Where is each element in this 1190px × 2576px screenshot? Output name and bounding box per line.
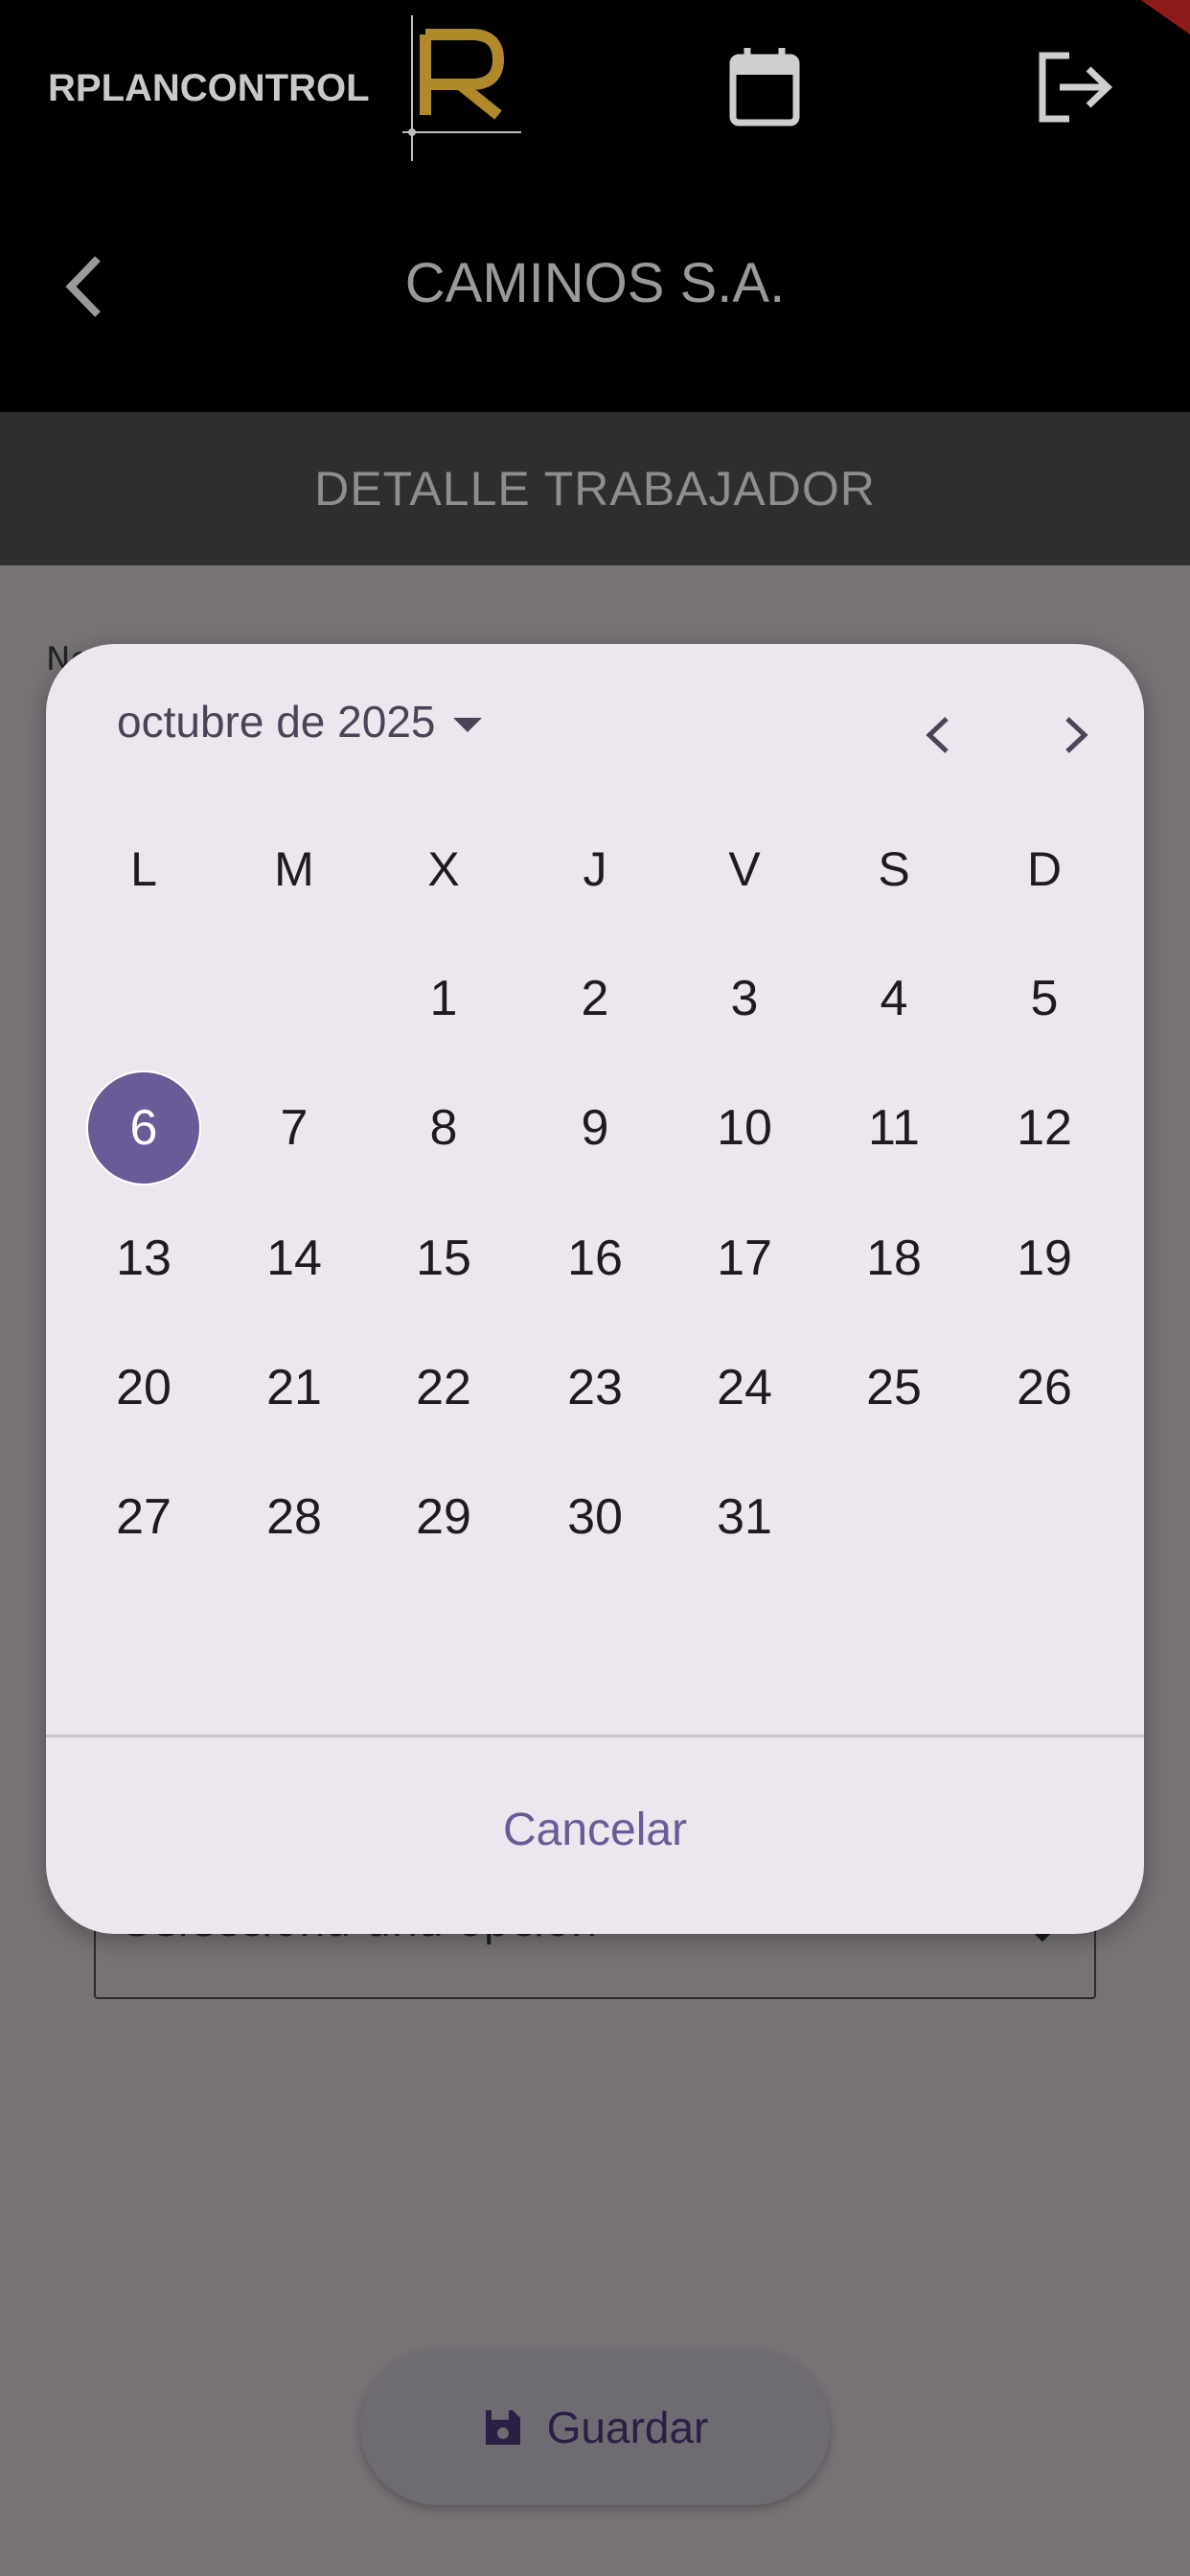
calendar-day[interactable]: 16	[538, 1201, 652, 1316]
month-year-selector[interactable]: octubre de 2025	[117, 696, 482, 748]
weekday-header: V	[728, 842, 761, 896]
calendar-day[interactable]: 12	[987, 1070, 1102, 1185]
calendar-day[interactable]: 27	[86, 1460, 201, 1575]
logout-icon[interactable]	[1037, 50, 1113, 125]
calendar-day[interactable]: 31	[687, 1460, 802, 1575]
weekday-header: M	[274, 842, 314, 896]
calendar-day[interactable]: 24	[687, 1330, 802, 1445]
next-month-button[interactable]	[1048, 702, 1106, 769]
weekday-header: L	[130, 842, 157, 896]
company-title: CAMINOS S.A.	[404, 252, 786, 314]
calendar-day[interactable]: 9	[538, 1070, 652, 1185]
weekday-header: X	[427, 842, 460, 896]
calendar-day[interactable]: 18	[836, 1201, 951, 1316]
debug-banner	[1123, 0, 1190, 38]
floppy-disk-icon	[485, 2410, 520, 2445]
logo-text: RPLANCONTROL	[48, 67, 370, 109]
calendar-day[interactable]: 17	[687, 1201, 802, 1316]
weekday-header: D	[1026, 842, 1063, 896]
calendar-day[interactable]: 7	[237, 1070, 352, 1185]
logo-icon	[402, 15, 521, 161]
calendar-day[interactable]: 5	[987, 941, 1102, 1056]
previous-month-button[interactable]	[908, 702, 966, 769]
selected-day[interactable]: 6	[86, 1070, 201, 1185]
app-header: RPLANCONTROL CAMINOS S.A.	[0, 0, 1190, 412]
calendar-day[interactable]: 25	[836, 1330, 951, 1445]
calendar-day[interactable]: 30	[538, 1460, 652, 1575]
calendar-day[interactable]: 21	[237, 1330, 352, 1445]
date-picker-dialog: octubre de 2025 L M X J V S D 1 2 3 4 5 6 7 8 9 10 11 12 13…	[46, 644, 1144, 1934]
weekday-header: S	[878, 842, 910, 896]
section-title: DETALLE TRABAJADOR	[314, 462, 876, 516]
calendar-day[interactable]: 8	[386, 1070, 501, 1185]
section-header: DETALLE TRABAJADOR	[0, 412, 1190, 565]
calendar-day[interactable]: 4	[836, 941, 951, 1056]
weekday-header: J	[583, 842, 607, 896]
calendar-day[interactable]: 19	[987, 1201, 1102, 1316]
calendar-day[interactable]: 2	[538, 941, 652, 1056]
calendar-day[interactable]: 14	[237, 1201, 352, 1316]
calendar-day[interactable]: 3	[687, 941, 802, 1056]
calendar-day[interactable]: 13	[86, 1201, 201, 1316]
save-label: Guardar	[546, 2403, 709, 2452]
calendar-day[interactable]: 26	[987, 1330, 1102, 1445]
calendar-day[interactable]: 29	[386, 1460, 501, 1575]
calendar-day[interactable]: 20	[86, 1330, 201, 1445]
calendar-day[interactable]: 23	[538, 1330, 652, 1445]
calendar-day[interactable]: 15	[386, 1201, 501, 1316]
calendar-icon[interactable]	[728, 46, 801, 128]
caret-down-icon	[452, 717, 482, 732]
calendar-day[interactable]: 1	[386, 941, 501, 1056]
month-label: octubre de 2025	[117, 697, 436, 747]
calendar-day[interactable]: 22	[386, 1330, 501, 1445]
calendar-day[interactable]: 11	[836, 1070, 951, 1185]
save-button[interactable]: Guardar	[360, 2350, 830, 2505]
calendar-day[interactable]: 28	[237, 1460, 352, 1575]
dialog-divider	[46, 1735, 1144, 1737]
calendar-day[interactable]: 10	[687, 1070, 802, 1185]
cancel-button[interactable]: Cancelar	[46, 1804, 1144, 1856]
